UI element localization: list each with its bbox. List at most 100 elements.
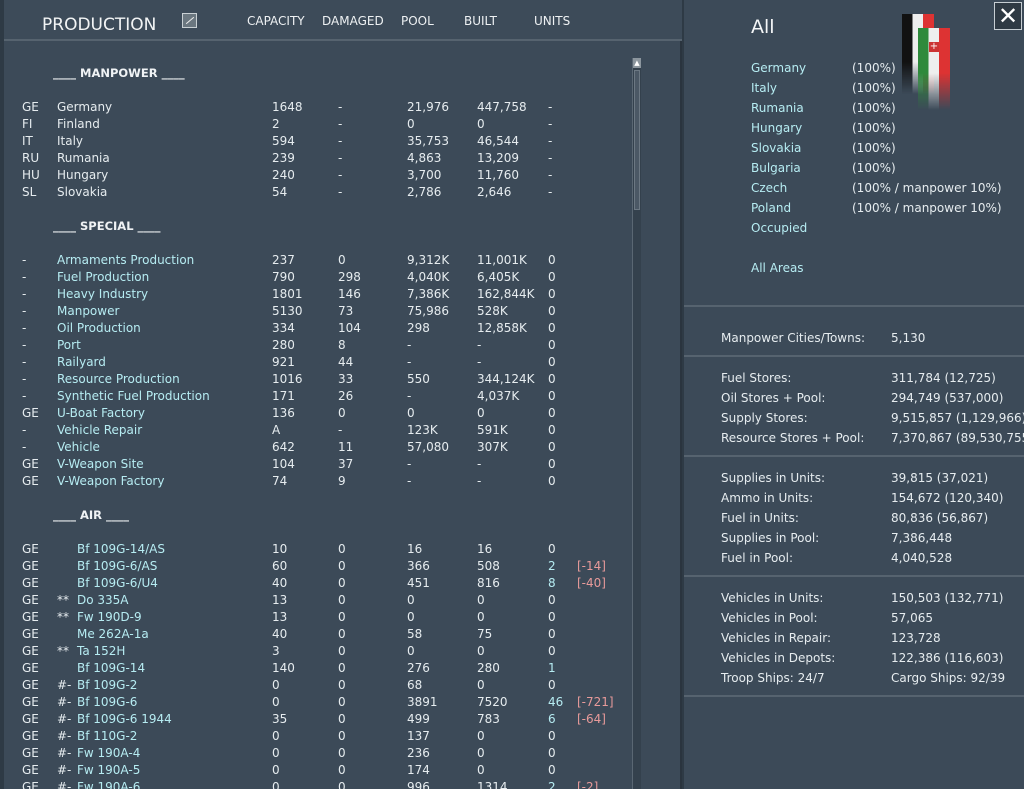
item-name-link[interactable]: Do 335A (77, 592, 129, 609)
all-areas-link[interactable]: All Areas (751, 261, 804, 275)
table-row[interactable]: GE U-Boat Factory 136 0 0 0 0 (4, 405, 632, 422)
table-row[interactable]: GE #- Bf 110G-2 0 0 137 0 0 (4, 728, 632, 745)
nation-filter-link[interactable]: Hungary (751, 121, 802, 135)
table-row[interactable]: - Port 280 8 - - 0 (4, 337, 632, 354)
units-value: 0 (548, 270, 556, 284)
capacity-value: 921 (272, 355, 295, 369)
table-row[interactable]: - Fuel Production 790 298 4,040K 6,405K 0 (4, 269, 632, 286)
scroll-thumb[interactable] (634, 70, 640, 210)
table-row[interactable]: GE Bf 109G-6/AS 60 0 366 508 2 [-14] (4, 558, 632, 575)
built-value: 46,544 (477, 134, 519, 148)
table-row[interactable]: - Vehicle 642 11 57,080 307K 0 (4, 439, 632, 456)
item-name-link[interactable]: Railyard (57, 354, 106, 371)
table-row[interactable]: HU Hungary 240 - 3,700 11,760 - (4, 167, 632, 184)
pool-value: 0 (407, 644, 415, 658)
table-row[interactable]: GE ** Do 335A 13 0 0 0 0 (4, 592, 632, 609)
item-name-link[interactable]: Armaments Production (57, 252, 194, 269)
table-row[interactable]: GE Me 262A-1a 40 0 58 75 0 (4, 626, 632, 643)
table-row[interactable]: GE ** Fw 190D-9 13 0 0 0 0 (4, 609, 632, 626)
item-name-link[interactable]: Port (57, 337, 81, 354)
item-name-link[interactable]: Bf 109G-6/AS (77, 558, 157, 575)
nation-filter-link[interactable]: Italy (751, 81, 777, 95)
item-name-link[interactable]: Vehicle Repair (57, 422, 142, 439)
column-capacity[interactable]: CAPACITY (247, 14, 305, 28)
nation-filter-link[interactable]: Occupied (751, 221, 807, 235)
built-value: 0 (477, 678, 485, 692)
table-row[interactable]: GE #- Bf 109G-2 0 0 68 0 0 (4, 677, 632, 694)
item-name-link[interactable]: Bf 109G-14/AS (77, 541, 165, 558)
table-row[interactable]: SL Slovakia 54 - 2,786 2,646 - (4, 184, 632, 201)
table-row[interactable]: - Vehicle Repair A - 123K 591K 0 (4, 422, 632, 439)
item-name-link[interactable]: Oil Production (57, 320, 141, 337)
stat-value: 122,386 (116,603) (891, 651, 1004, 665)
item-name-link[interactable]: Fw 190D-9 (77, 609, 142, 626)
item-name-link[interactable]: Fw 190A-5 (77, 762, 140, 779)
table-row[interactable]: - Resource Production 1016 33 550 344,124K 0 (4, 371, 632, 388)
stat-label: Manpower Cities/Towns: (721, 331, 865, 345)
item-name-link[interactable]: Synthetic Fuel Production (57, 388, 210, 405)
table-row[interactable]: GE #- Bf 109G-6 0 0 3891 7520 46 [-721] (4, 694, 632, 711)
table-row[interactable]: GE V-Weapon Factory 74 9 - - 0 (4, 473, 632, 490)
item-name-link[interactable]: Heavy Industry (57, 286, 148, 303)
table-row[interactable]: - Railyard 921 44 - - 0 (4, 354, 632, 371)
table-row[interactable]: RU Rumania 239 - 4,863 13,209 - (4, 150, 632, 167)
item-name-link[interactable]: Me 262A-1a (77, 626, 149, 643)
item-name-link[interactable]: Resource Production (57, 371, 180, 388)
item-name-link[interactable]: V-Weapon Factory (57, 473, 164, 490)
column-pool[interactable]: POOL (401, 14, 434, 28)
table-row[interactable]: FI Finland 2 - 0 0 - (4, 116, 632, 133)
item-name-link[interactable]: Ta 152H (77, 643, 125, 660)
pool-value: 75,986 (407, 304, 449, 318)
table-row[interactable]: GE Germany 1648 - 21,976 447,758 - (4, 99, 632, 116)
table-row[interactable]: GE #- Fw 190A-5 0 0 174 0 0 (4, 762, 632, 779)
item-name-link[interactable]: Manpower (57, 303, 119, 320)
nation-filter-link[interactable]: Czech (751, 181, 787, 195)
built-value: - (477, 457, 482, 471)
table-row[interactable]: - Armaments Production 237 0 9,312K 11,001K 0 (4, 252, 632, 269)
scrollbar[interactable]: ▲ (632, 58, 641, 789)
nation-filter-link[interactable]: Germany (751, 61, 806, 75)
item-name-link[interactable]: Bf 110G-2 (77, 728, 137, 745)
chart-toggle-icon[interactable] (182, 13, 197, 28)
built-value: - (477, 355, 482, 369)
column-built[interactable]: BUILT (464, 14, 497, 28)
item-name-link[interactable]: Vehicle (57, 439, 100, 456)
divider (684, 455, 1024, 457)
item-name-link[interactable]: V-Weapon Site (57, 456, 144, 473)
table-row[interactable]: GE V-Weapon Site 104 37 - - 0 (4, 456, 632, 473)
units-value: 1 (548, 661, 556, 675)
column-units[interactable]: UNITS (534, 14, 570, 28)
item-name-link[interactable]: Fuel Production (57, 269, 149, 286)
item-name-link[interactable]: Bf 109G-2 (77, 677, 137, 694)
nation-filter-link[interactable]: Bulgaria (751, 161, 801, 175)
nation-filter-link[interactable]: Rumania (751, 101, 804, 115)
table-row[interactable]: - Synthetic Fuel Production 171 26 - 4,037K 0 (4, 388, 632, 405)
table-row[interactable]: GE Bf 109G-6/U4 40 0 451 816 8 [-40] (4, 575, 632, 592)
capacity-value: 10 (272, 542, 288, 556)
item-name-link[interactable]: U-Boat Factory (57, 405, 145, 422)
item-name-link[interactable]: Bf 109G-14 (77, 660, 145, 677)
table-row[interactable]: GE Bf 109G-14 140 0 276 280 1 (4, 660, 632, 677)
table-row[interactable]: GE #- Fw 190A-4 0 0 236 0 0 (4, 745, 632, 762)
item-name-link[interactable]: Bf 109G-6 (77, 694, 137, 711)
damaged-value: 0 (338, 780, 346, 789)
item-name-link[interactable]: Fw 190A-6 (77, 779, 140, 789)
table-row[interactable]: GE ** Ta 152H 3 0 0 0 0 (4, 643, 632, 660)
item-name-link[interactable]: Bf 109G-6 1944 (77, 711, 172, 728)
column-damaged[interactable]: DAMAGED (322, 14, 384, 28)
table-row[interactable]: GE Bf 109G-14/AS 10 0 16 16 0 (4, 541, 632, 558)
close-button[interactable]: ✕ (994, 2, 1022, 30)
item-name-link[interactable]: Bf 109G-6/U4 (77, 575, 158, 592)
table-row[interactable]: GE #- Fw 190A-6 0 0 996 1314 2 [-2] (4, 779, 632, 789)
table-row[interactable]: GE #- Bf 109G-6 1944 35 0 499 783 6 [-64] (4, 711, 632, 728)
scroll-up-arrow-icon[interactable]: ▲ (633, 58, 641, 68)
table-row[interactable]: - Manpower 5130 73 75,986 528K 0 (4, 303, 632, 320)
table-row[interactable]: - Heavy Industry 1801 146 7,386K 162,844K 0 (4, 286, 632, 303)
table-row[interactable]: - Oil Production 334 104 298 12,858K 0 (4, 320, 632, 337)
item-name-link[interactable]: Fw 190A-4 (77, 745, 140, 762)
stat-label: Vehicles in Repair: (721, 631, 831, 645)
nation-filter-link[interactable]: Slovakia (751, 141, 801, 155)
nation-filter-link[interactable]: Poland (751, 201, 791, 215)
table-row[interactable]: IT Italy 594 - 35,753 46,544 - (4, 133, 632, 150)
damaged-value: 0 (338, 661, 346, 675)
